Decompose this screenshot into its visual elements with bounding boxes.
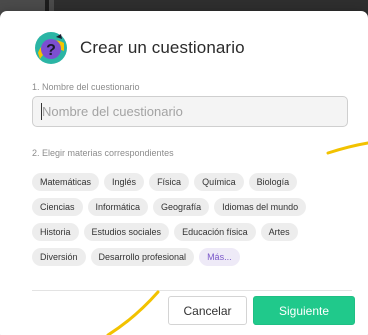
subject-chip-desarrollo-profesional[interactable]: Desarrollo profesional [90,248,195,266]
footer-divider [32,290,352,291]
svg-text:?: ? [46,42,56,59]
quiz-question-logo-icon: ? [35,32,67,64]
subject-chip-quimica[interactable]: Química [194,173,244,191]
subject-chip-ciencias[interactable]: Ciencias [32,198,83,216]
cancel-button[interactable]: Cancelar [168,296,247,325]
text-caret [41,103,42,120]
subjects-label: 2. Elegir materias correspondientes [32,148,174,158]
quiz-name-input[interactable] [32,96,348,127]
subject-chip-row: Historia Estudios sociales Educación fís… [32,223,332,241]
dialog-header: ? Crear un cuestionario [34,30,245,66]
subject-chip-informatica[interactable]: Informática [87,198,149,216]
subject-chip-row: Diversión Desarrollo profesional Más... [32,248,332,266]
subject-chip-ingles[interactable]: Inglés [104,173,145,191]
more-subjects-chip[interactable]: Más... [199,248,240,266]
quiz-name-label: 1. Nombre del cuestionario [32,82,140,92]
subject-chip-biologia[interactable]: Biología [248,173,298,191]
subject-chip-estudios-sociales[interactable]: Estudios sociales [83,223,170,241]
subject-chip-educacion-fisica[interactable]: Educación física [174,223,256,241]
subject-chip-geografia[interactable]: Geografía [153,198,210,216]
subject-chip-idiomas[interactable]: Idiomas del mundo [214,198,307,216]
subject-chip-diversion[interactable]: Diversión [32,248,86,266]
subject-chip-row: Matemáticas Inglés Física Química Biolog… [32,173,332,191]
subject-chip-matematicas[interactable]: Matemáticas [32,173,100,191]
next-button[interactable]: Siguiente [253,296,355,325]
dialog-title: Crear un cuestionario [80,38,245,57]
subject-chip-artes[interactable]: Artes [260,223,298,241]
subject-chip-historia[interactable]: Historia [32,223,79,241]
subject-chip-row: Ciencias Informática Geografía Idiomas d… [32,198,332,216]
create-quiz-dialog: ? Crear un cuestionario 1. Nombre del cu… [0,11,368,335]
subject-chip-fisica[interactable]: Física [149,173,190,191]
subject-chips: Matemáticas Inglés Física Química Biolog… [32,173,332,273]
